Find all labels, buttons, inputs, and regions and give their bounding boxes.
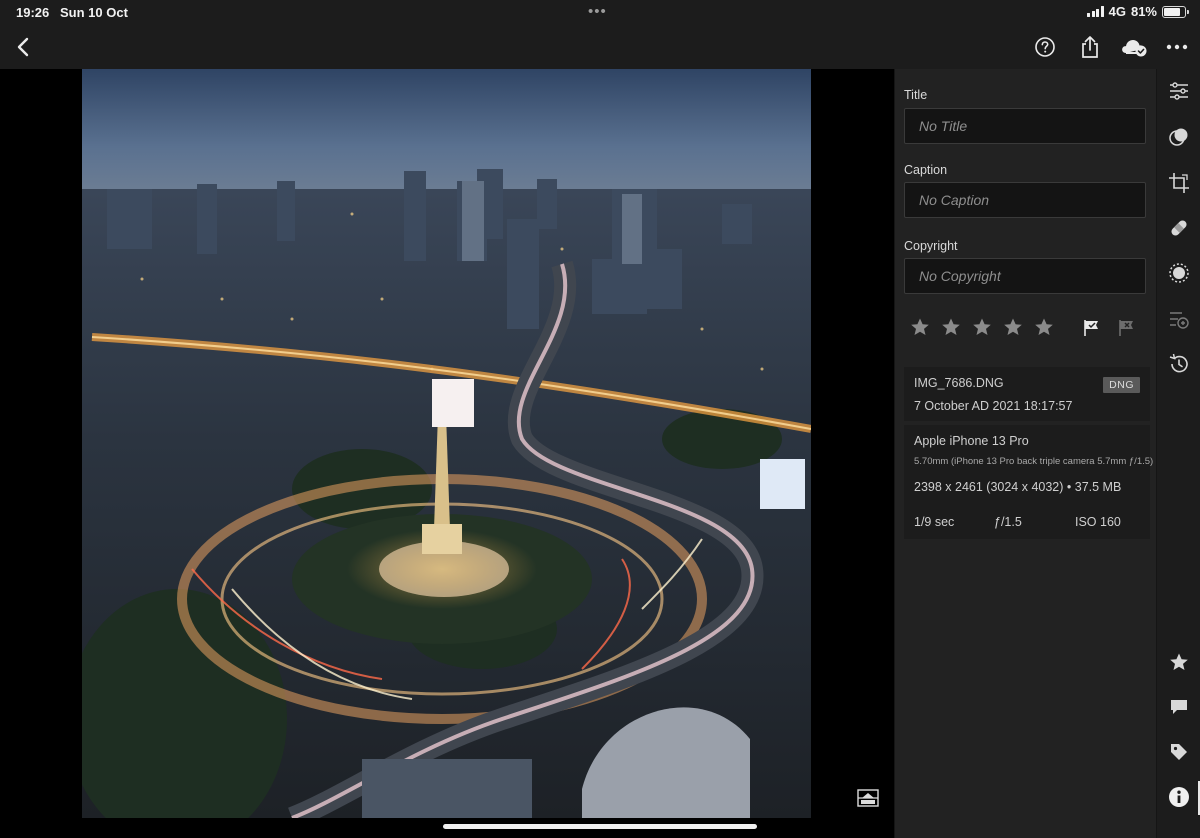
copyright-input[interactable] (904, 258, 1146, 294)
photo-icon (82, 69, 811, 818)
info-panel: Title Caption Copyright IMG_7686.DNG DNG… (894, 69, 1156, 838)
star-rating (910, 317, 1054, 337)
cellular-signal-icon (1087, 6, 1104, 17)
lens-info: 5.70mm (iPhone 13 Pro back triple camera… (914, 456, 1154, 467)
crop-button[interactable] (1167, 171, 1191, 195)
help-icon (1035, 37, 1055, 57)
status-date: Sun 10 Oct (60, 5, 128, 20)
caption-label: Caption (904, 163, 948, 177)
healing-icon (1171, 220, 1187, 236)
presets-button[interactable] (1167, 125, 1191, 149)
network-type: 4G (1108, 4, 1126, 19)
share-button[interactable] (1077, 34, 1103, 60)
share-icon (1082, 36, 1098, 58)
before-after-icon (857, 789, 879, 807)
keyword-icon (1171, 744, 1187, 760)
edit-sliders-icon (1170, 82, 1188, 100)
status-right: 4G 81% (1087, 4, 1189, 19)
iso: ISO 160 (1075, 515, 1121, 529)
copyright-label: Copyright (904, 239, 958, 253)
star-5-icon[interactable] (1034, 317, 1054, 337)
star-2-icon[interactable] (941, 317, 961, 337)
crop-icon (1169, 173, 1189, 193)
star-3-icon[interactable] (972, 317, 992, 337)
photo-viewer[interactable] (0, 69, 894, 838)
help-button[interactable] (1032, 34, 1058, 60)
status-bar: 19:26 Sun 10 Oct ••• 4G 81% (0, 0, 1200, 24)
masking-button[interactable] (1167, 261, 1191, 285)
rate-button[interactable] (1167, 650, 1191, 674)
battery-fill (1164, 7, 1181, 16)
home-indicator[interactable] (443, 824, 757, 829)
reject-flag-icon[interactable] (1118, 319, 1136, 337)
info-button[interactable] (1167, 785, 1191, 809)
rate-icon (1170, 653, 1188, 670)
right-tool-rail (1156, 69, 1200, 838)
comment-button[interactable] (1167, 695, 1191, 719)
battery-percent: 81% (1130, 4, 1157, 19)
keyword-button[interactable] (1167, 740, 1191, 764)
caption-input[interactable] (904, 182, 1146, 218)
photo-image[interactable] (82, 69, 811, 818)
versions-icon (1170, 312, 1189, 329)
camera-model: Apple iPhone 13 Pro (914, 434, 1029, 448)
star-1-icon[interactable] (910, 317, 930, 337)
file-type-badge: DNG (1103, 377, 1140, 393)
multitasking-dots-icon[interactable]: ••• (588, 4, 607, 19)
pick-flag-icon[interactable] (1083, 319, 1101, 337)
capture-date: 7 October AD 2021 18:17:57 (914, 399, 1073, 413)
title-input[interactable] (904, 108, 1146, 144)
shutter-speed: 1/9 sec (914, 515, 955, 529)
file-name: IMG_7686.DNG (914, 376, 1004, 390)
presets-icon (1169, 128, 1188, 146)
before-after-button[interactable] (856, 787, 880, 809)
battery-icon (1162, 5, 1189, 18)
more-button[interactable] (1164, 34, 1190, 60)
chevron-left-icon (17, 37, 29, 57)
info-icon (1169, 787, 1189, 807)
edit-button[interactable] (1167, 79, 1191, 103)
star-4-icon[interactable] (1003, 317, 1023, 337)
status-time: 19:26 (16, 5, 50, 20)
comment-icon (1171, 700, 1187, 714)
more-icon (1166, 44, 1188, 50)
dimensions-size: 2398 x 2461 (3024 x 4032) • 37.5 MB (914, 480, 1122, 494)
cloud-sync-button[interactable] (1120, 34, 1148, 60)
back-button[interactable] (10, 34, 36, 60)
masking-icon (1169, 263, 1189, 283)
title-label: Title (904, 88, 928, 102)
versions-button[interactable] (1167, 307, 1191, 331)
aperture: ƒ/1.5 (994, 515, 1022, 529)
history-icon (1169, 353, 1188, 373)
top-toolbar (0, 24, 1200, 69)
camera-info-block: Apple iPhone 13 Pro 5.70mm (iPhone 13 Pr… (904, 425, 1154, 539)
healing-button[interactable] (1167, 216, 1191, 240)
cloud-synced-icon (1122, 40, 1147, 57)
file-info-block: IMG_7686.DNG DNG 7 October AD 2021 18:17… (904, 367, 1150, 421)
history-button[interactable] (1167, 352, 1191, 376)
